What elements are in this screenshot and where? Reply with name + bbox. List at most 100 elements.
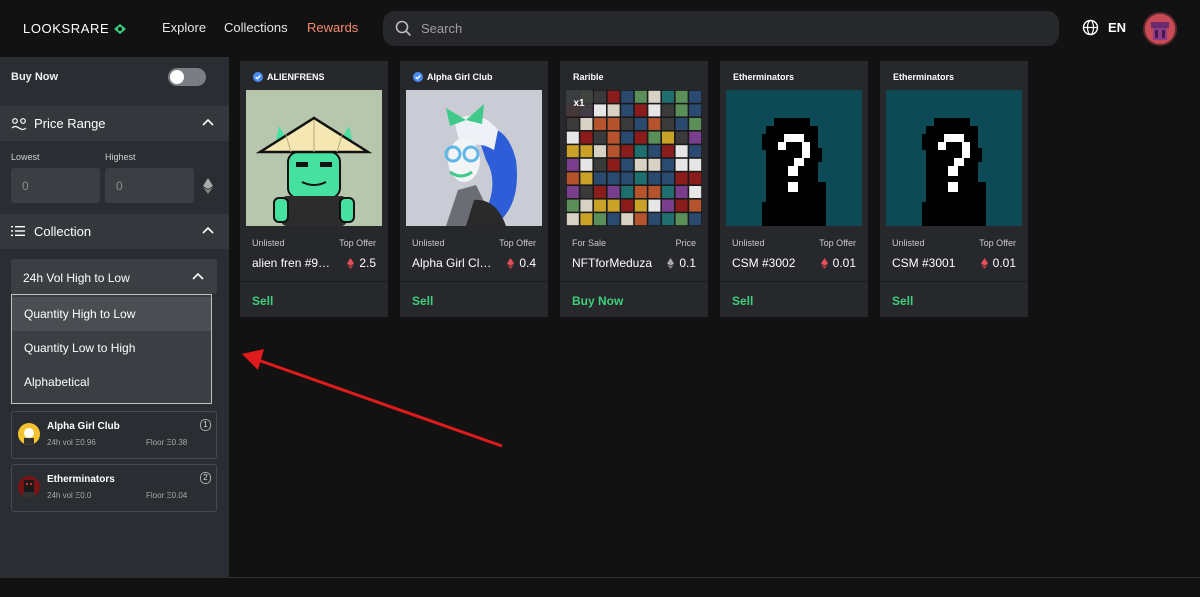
nav-explore[interactable]: Explore: [162, 20, 206, 35]
card-divider: [240, 281, 388, 282]
nft-image-meduza-grid[interactable]: x1: [566, 90, 702, 226]
search-icon: [395, 20, 412, 37]
card-price-label: Top Offer: [819, 238, 856, 248]
card-buy-now-button[interactable]: Buy Now: [572, 294, 623, 308]
collection-header[interactable]: Collection: [0, 214, 229, 249]
collection-volume: 24h vol Ξ0.96: [47, 438, 96, 447]
collection-sort-select[interactable]: 24h Vol High to Low: [11, 259, 217, 294]
filter-sidebar: Buy Now Price Range Lowest Highest Colle…: [0, 57, 229, 577]
sort-option-quantity-low-high[interactable]: Quantity Low to High: [12, 331, 211, 365]
card-price: 0.01: [980, 256, 1016, 270]
card-collection[interactable]: Alpha Girl Club: [413, 72, 493, 82]
collection-floor: Floor Ξ0.04: [146, 491, 188, 500]
card-token-name[interactable]: alien fren #9…: [252, 256, 336, 270]
card-token-name[interactable]: CSM #3002: [732, 256, 816, 270]
eth-icon: [203, 178, 213, 194]
card-token-name[interactable]: CSM #3001: [892, 256, 976, 270]
card-collection[interactable]: Etherminators: [893, 72, 954, 82]
collection-name: Alpha Girl Club: [47, 421, 120, 432]
quantity-badge: x1: [566, 90, 592, 116]
eth-red-icon: [347, 257, 355, 269]
lowest-label: Lowest: [11, 152, 40, 162]
sort-option-quantity-high-low[interactable]: Quantity High to Low: [12, 297, 211, 331]
card-collection-name: Etherminators: [893, 72, 955, 82]
card-price-value: 0.01: [992, 256, 1016, 270]
language-selector[interactable]: EN: [1082, 19, 1126, 36]
highest-label: Highest: [105, 152, 136, 162]
card-collection-name: Alpha Girl Club: [427, 72, 493, 82]
verified-badge-icon: [253, 72, 263, 82]
globe-icon: [1082, 19, 1099, 36]
card-status: Unlisted: [412, 238, 445, 248]
verified-badge-icon: [413, 72, 423, 82]
nav-rewards[interactable]: Rewards: [307, 20, 358, 35]
looksrare-logo[interactable]: LOOKSRARE: [23, 21, 127, 36]
sort-dropdown-menu: Quantity High to Low Quantity Low to Hig…: [11, 294, 212, 404]
card-price: 2.5: [347, 256, 376, 270]
card-status: For Sale: [572, 238, 607, 248]
card-token-name[interactable]: NFTforMeduza: [572, 256, 656, 270]
collection-item-etherminators[interactable]: Etherminators 24h vol Ξ0.0 Floor Ξ0.04 2: [11, 464, 217, 512]
card-divider: [400, 281, 548, 282]
collection-count-badge: 2: [200, 472, 211, 484]
nav-collections[interactable]: Collections: [224, 20, 288, 35]
price-range-header[interactable]: Price Range: [0, 106, 229, 141]
logo-text: LOOKSRARE: [23, 21, 110, 36]
collection-floor: Floor Ξ0.38: [146, 438, 188, 447]
eth-red-icon: [507, 257, 515, 269]
card-collection[interactable]: Rarible: [573, 72, 604, 82]
collection-name: Etherminators: [47, 474, 115, 485]
nft-image-csm-3001[interactable]: [886, 90, 1022, 226]
eye-logo-icon: [114, 23, 127, 34]
card-price-label: Top Offer: [339, 238, 376, 248]
nft-image-alpha-girl[interactable]: [406, 90, 542, 226]
search-bar[interactable]: [383, 11, 1059, 46]
card-sell-button[interactable]: Sell: [732, 294, 753, 308]
sort-selected-value: 24h Vol High to Low: [23, 271, 130, 285]
card-collection[interactable]: Etherminators: [733, 72, 794, 82]
card-price-value: 0.01: [832, 256, 856, 270]
nft-card[interactable]: Etherminators Unlisted Top Offer CSM #30…: [880, 61, 1028, 317]
nft-card[interactable]: Etherminators Unlisted Top Offer CSM #30…: [720, 61, 868, 317]
card-price-label: Top Offer: [499, 238, 536, 248]
collection-avatar: [18, 476, 40, 498]
card-price-label: Top Offer: [979, 238, 1016, 248]
nft-card[interactable]: ALIENFRENS Unlisted Top Offer alien fren…: [240, 61, 388, 317]
avatar-image: [1145, 14, 1175, 44]
list-icon: [11, 226, 25, 236]
lowest-price-input[interactable]: [11, 168, 100, 203]
collection-count-badge: 1: [200, 419, 211, 431]
eth-red-icon: [980, 257, 988, 269]
card-price: 0.4: [507, 256, 536, 270]
card-divider: [560, 281, 708, 282]
card-price: 0.01: [820, 256, 856, 270]
eth-red-icon: [820, 257, 828, 269]
sort-option-alphabetical[interactable]: Alphabetical: [12, 365, 211, 399]
card-collection[interactable]: ALIENFRENS: [253, 72, 325, 82]
card-collection-name: Rarible: [573, 72, 604, 82]
card-status: Unlisted: [252, 238, 285, 248]
card-collection-name: ALIENFRENS: [267, 72, 325, 82]
card-price-value: 2.5: [359, 256, 376, 270]
chevron-up-icon: [202, 118, 214, 126]
chevron-up-icon: [192, 272, 204, 280]
collection-volume: 24h vol Ξ0.0: [47, 491, 92, 500]
collection-item-alpha-girl-club[interactable]: Alpha Girl Club 24h vol Ξ0.96 Floor Ξ0.3…: [11, 411, 217, 459]
buy-now-toggle[interactable]: [168, 68, 206, 86]
language-code: EN: [1108, 20, 1127, 35]
nft-image-alien-fren[interactable]: [246, 90, 382, 226]
card-sell-button[interactable]: Sell: [412, 294, 433, 308]
card-sell-button[interactable]: Sell: [892, 294, 913, 308]
nft-card[interactable]: Alpha Girl Club Unlisted Top Offer Alpha…: [400, 61, 548, 317]
search-input[interactable]: [421, 21, 1021, 36]
chevron-up-icon: [202, 226, 214, 234]
top-navigation-bar: LOOKSRARE Explore Collections Rewards EN: [0, 0, 1200, 57]
card-token-name[interactable]: Alpha Girl Cl…: [412, 256, 496, 270]
nft-image-csm-3002[interactable]: [726, 90, 862, 226]
card-divider: [880, 281, 1028, 282]
highest-price-input[interactable]: [105, 168, 194, 203]
nft-card[interactable]: Rarible x1 For Sale Price NFTforMeduza 0…: [560, 61, 708, 317]
card-sell-button[interactable]: Sell: [252, 294, 273, 308]
profile-avatar[interactable]: [1143, 12, 1177, 46]
card-status: Unlisted: [892, 238, 925, 248]
